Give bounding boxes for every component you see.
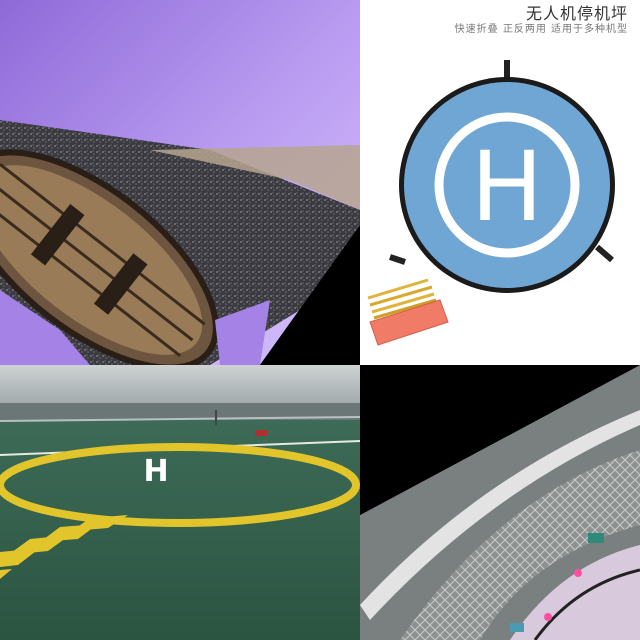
deck-post <box>215 410 217 425</box>
rooftop-helipad-illustration <box>360 365 640 640</box>
pink-light <box>574 569 582 577</box>
deck-equipment <box>255 430 267 436</box>
deck-letter: H <box>143 454 168 489</box>
pad-letter: H <box>471 131 543 243</box>
ship-helipad-illustration: H <box>0 365 360 640</box>
tile-ship-helipad: H <box>0 365 360 640</box>
drone-object <box>510 623 524 632</box>
tile-aerial-wooden-pad <box>0 0 360 365</box>
pad-leg-left <box>389 254 406 265</box>
image-collage: 无人机停机坪 快速折叠 正反两用 适用于多种机型 H H <box>0 0 640 640</box>
pad-leg-right <box>595 244 614 263</box>
landing-pad-illustration: H <box>367 60 615 346</box>
tile-product-landing-pad: 无人机停机坪 快速折叠 正反两用 适用于多种机型 H <box>360 0 640 365</box>
drone-object <box>588 533 604 543</box>
pink-light <box>544 613 552 621</box>
tile-rooftop-helipad-render <box>360 365 640 640</box>
aerial-wooden-pad-illustration <box>0 0 360 365</box>
